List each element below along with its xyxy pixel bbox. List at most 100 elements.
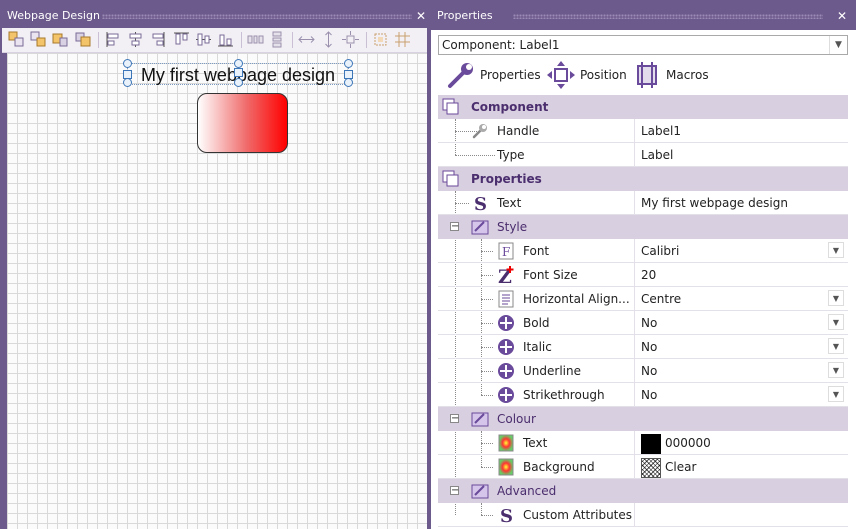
group-folder-icon (471, 220, 489, 235)
group-folder-icon (471, 412, 489, 427)
collapse-icon[interactable]: − (450, 222, 459, 232)
prop-value[interactable]: Centre (634, 287, 848, 311)
prop-value[interactable]: No (634, 311, 848, 335)
group-folder-icon (471, 484, 489, 499)
prop-row-custom-attributes[interactable]: S Custom Attributes (438, 503, 848, 527)
prop-row-font[interactable]: F Font Calibri ▼ (438, 239, 848, 263)
resize-handle[interactable] (344, 78, 353, 87)
wrench-icon (472, 124, 487, 139)
prop-row-colour-text[interactable]: Text 000000 (438, 431, 848, 455)
prop-value[interactable] (634, 503, 848, 527)
group-colour-label: Colour (497, 412, 536, 426)
group-style[interactable]: − Style (438, 215, 848, 239)
prop-value[interactable]: Label (634, 143, 848, 167)
collapse-icon[interactable]: − (450, 486, 459, 496)
resize-handle[interactable] (123, 78, 132, 87)
prop-value[interactable]: No (634, 383, 848, 407)
align-middle-icon[interactable] (195, 31, 212, 48)
prop-row-italic[interactable]: Italic No ▼ (438, 335, 848, 359)
prop-value[interactable]: 000000 (634, 431, 848, 455)
space-horizontal-icon[interactable] (247, 31, 264, 48)
prop-value[interactable]: Label1 (634, 119, 848, 143)
svg-text:S: S (474, 194, 487, 212)
align-bottom-icon[interactable] (217, 31, 234, 48)
section-properties[interactable]: Properties (438, 167, 848, 191)
prop-value[interactable]: No (634, 359, 848, 383)
same-size-icon[interactable] (342, 31, 359, 48)
prop-row-horizontal-align[interactable]: Horizontal Align... Centre ▼ (438, 287, 848, 311)
snap-grid-icon[interactable] (372, 31, 389, 48)
chevron-down-icon[interactable]: ▼ (828, 242, 844, 258)
prop-name: Text (497, 196, 522, 210)
align-right-icon[interactable] (149, 31, 166, 48)
prop-row-font-size[interactable]: Z Font Size 20 (438, 263, 848, 287)
tab-position[interactable]: Position (546, 58, 627, 92)
prop-name: Italic (523, 340, 552, 354)
space-vertical-icon[interactable] (269, 31, 286, 48)
group-advanced[interactable]: − Advanced (438, 479, 848, 503)
align-top-icon[interactable] (173, 31, 190, 48)
section-component-label: Component (471, 100, 549, 114)
align-center-icon[interactable] (127, 31, 144, 48)
prop-row-handle[interactable]: Handle Label1 (438, 119, 848, 143)
prop-row-strikethrough[interactable]: Strikethrough No ▼ (438, 383, 848, 407)
prop-value[interactable]: Clear (634, 455, 848, 479)
string-icon: S (500, 506, 513, 524)
group-style-label: Style (497, 220, 528, 234)
resize-handle[interactable] (123, 59, 132, 68)
tab-properties-label: Properties (480, 68, 541, 82)
chevron-down-icon[interactable]: ▼ (829, 36, 847, 54)
tab-properties[interactable]: Properties (446, 58, 541, 92)
bring-forward-icon[interactable] (52, 31, 69, 48)
properties-title: Properties (437, 9, 493, 22)
show-grid-icon[interactable] (394, 31, 411, 48)
property-tabs: Properties Position Macros (438, 58, 848, 92)
component-select-value: Component: Label1 (442, 38, 560, 52)
tab-macros[interactable]: Macros (632, 58, 709, 92)
chevron-down-icon[interactable]: ▼ (828, 386, 844, 402)
close-properties-panel-button[interactable]: ✕ (835, 5, 849, 27)
prop-name: Type (497, 148, 525, 162)
collapse-icon[interactable]: − (450, 414, 459, 424)
prop-value[interactable]: 20 (634, 263, 848, 287)
section-properties-label: Properties (471, 172, 542, 186)
group-colour[interactable]: − Colour (438, 407, 848, 431)
prop-value[interactable]: No (634, 335, 848, 359)
send-back-icon[interactable] (30, 31, 47, 48)
component-icon (442, 98, 459, 115)
same-width-icon[interactable] (298, 31, 315, 48)
close-design-panel-button[interactable]: ✕ (414, 5, 428, 27)
resize-handle[interactable] (234, 68, 243, 77)
list-icon (498, 290, 514, 308)
boolean-icon (498, 339, 514, 355)
component-select[interactable]: Component: Label1 ▼ (438, 35, 848, 55)
chevron-down-icon[interactable]: ▼ (828, 314, 844, 330)
prop-row-background[interactable]: Background Clear (438, 455, 848, 479)
panel-grip[interactable] (102, 14, 412, 19)
prop-row-text[interactable]: S Text My first webpage design (438, 191, 848, 215)
panel-grip[interactable] (513, 14, 823, 19)
prop-row-bold[interactable]: Bold No ▼ (438, 311, 848, 335)
toolbar-separator (366, 32, 367, 48)
toolbar-separator (292, 32, 293, 48)
font-icon: F (498, 242, 514, 260)
prop-value[interactable]: Calibri (634, 239, 848, 263)
chevron-down-icon[interactable]: ▼ (828, 290, 844, 306)
chevron-down-icon[interactable]: ▼ (828, 362, 844, 378)
chevron-down-icon[interactable]: ▼ (828, 338, 844, 354)
section-component[interactable]: Component (438, 95, 848, 119)
send-backward-icon[interactable] (74, 31, 91, 48)
bring-front-icon[interactable] (8, 31, 25, 48)
wrench-icon (448, 63, 473, 88)
prop-row-type[interactable]: Type Label (438, 143, 848, 167)
prop-row-underline[interactable]: Underline No ▼ (438, 359, 848, 383)
colour-swatch (641, 433, 661, 454)
rounded-rectangle-shape[interactable] (197, 93, 288, 153)
prop-value[interactable]: My first webpage design (634, 191, 848, 215)
align-left-icon[interactable] (105, 31, 122, 48)
resize-handle[interactable] (234, 59, 243, 68)
same-height-icon[interactable] (320, 31, 337, 48)
resize-handle[interactable] (344, 59, 353, 68)
prop-name: Handle (497, 124, 540, 138)
resize-handle[interactable] (234, 78, 243, 87)
